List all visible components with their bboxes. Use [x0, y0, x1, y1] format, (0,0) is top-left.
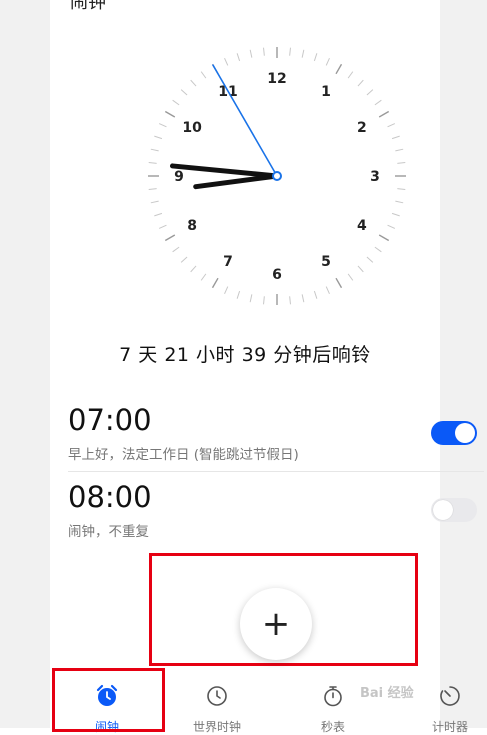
clock-number: 7 — [223, 254, 233, 270]
clock-tick — [374, 246, 382, 253]
clock-tick — [148, 188, 157, 190]
clock-tick — [387, 224, 396, 229]
clock-tick — [289, 296, 291, 305]
clock-tick — [154, 212, 163, 217]
clock-tick — [154, 135, 163, 140]
clock-tick — [313, 53, 318, 62]
tab-label: 秒表 — [320, 720, 345, 734]
clock-tick — [301, 294, 305, 303]
page-title: 闹钟 — [70, 0, 106, 13]
divider — [68, 471, 484, 472]
alarm-item[interactable]: 07:00 早上好，法定工作日 (智能跳过节假日) — [68, 403, 480, 473]
clock-tick — [335, 277, 343, 289]
clock-tick — [395, 148, 404, 152]
add-alarm-button[interactable]: + — [240, 588, 312, 660]
clock-tick — [301, 49, 305, 58]
clock-tick — [164, 234, 176, 242]
clock-tick — [190, 265, 197, 273]
tab-label: 计时器 — [431, 720, 468, 734]
clock-number: 12 — [267, 71, 286, 87]
clock-tick — [366, 256, 374, 263]
clock-tick — [313, 290, 318, 299]
clock-tick — [148, 162, 157, 164]
clock-tick — [374, 99, 382, 106]
stopwatch-icon — [324, 686, 342, 707]
clock-tick — [325, 286, 330, 295]
clock-tick — [347, 71, 354, 79]
clock-tick — [387, 123, 396, 128]
clock-tick — [190, 79, 197, 87]
clock-tick — [180, 256, 188, 263]
tab-label: 世界时钟 — [192, 720, 241, 734]
analog-clock: 121234567891011 — [148, 47, 406, 305]
clock-tick — [249, 294, 253, 303]
clock-center — [272, 171, 282, 181]
clock-tick — [289, 47, 291, 56]
clock-tick — [172, 246, 180, 253]
clock-number: 1 — [321, 84, 331, 100]
clock-tick — [391, 212, 400, 217]
clock-tick — [180, 89, 188, 96]
clock-tick — [158, 224, 167, 229]
right-margin — [440, 0, 487, 728]
clock-tick — [236, 53, 241, 62]
clock-tick — [263, 296, 265, 305]
clock-tick — [397, 188, 406, 190]
clock-number: 5 — [321, 254, 331, 270]
next-alarm-countdown: 7 天 21 小时 39 分钟后响铃 — [119, 344, 371, 366]
clock-tick — [236, 290, 241, 299]
clock-tick — [200, 273, 207, 281]
clock-tick — [378, 234, 390, 242]
alarm-toggle[interactable] — [431, 421, 477, 445]
alarm-time: 07:00 — [68, 403, 152, 437]
clock-tick — [164, 110, 176, 118]
clock-tick — [395, 200, 404, 204]
left-margin — [0, 0, 50, 728]
clock-tick — [211, 277, 219, 289]
clock-tick — [263, 47, 265, 56]
clock-tick — [249, 49, 253, 58]
hour-hand — [193, 173, 280, 190]
alarm-description: 早上好，法定工作日 (智能跳过节假日) — [68, 447, 299, 463]
clock-tick — [200, 71, 207, 79]
clock-tick — [391, 135, 400, 140]
clock-number: 4 — [357, 218, 367, 234]
tab-world-clock[interactable]: 世界时钟 — [167, 670, 267, 734]
clock-tick — [366, 89, 374, 96]
clock-tick — [335, 63, 343, 75]
world-clock-icon — [207, 686, 227, 706]
clock-number: 10 — [182, 120, 202, 136]
watermark: Bai 经验 — [360, 686, 414, 701]
clock-tick — [357, 265, 364, 273]
clock-tick — [172, 99, 180, 106]
clock-tick — [150, 200, 159, 204]
clock-tick — [224, 286, 229, 295]
alarm-item[interactable]: 08:00 闹钟，不重复 — [68, 480, 480, 550]
clock-number: 9 — [174, 169, 184, 185]
alarm-toggle[interactable] — [431, 498, 477, 522]
alarm-time: 08:00 — [68, 480, 152, 514]
clock-tick — [397, 162, 406, 164]
clock-number: 2 — [357, 120, 367, 136]
alarm-tab-highlight — [52, 668, 165, 732]
clock-tick — [224, 57, 229, 66]
alarm-description: 闹钟，不重复 — [68, 524, 149, 540]
clock-tick — [357, 79, 364, 87]
clock-tick — [378, 110, 390, 118]
clock-tick — [150, 148, 159, 152]
clock-tick — [347, 273, 354, 281]
clock-tick — [158, 123, 167, 128]
clock-number: 6 — [272, 267, 282, 283]
minute-hand — [169, 163, 280, 179]
clock-tick — [325, 57, 330, 66]
clock-number: 8 — [187, 218, 197, 234]
timer-icon — [440, 686, 460, 706]
clock-number: 3 — [370, 169, 380, 185]
